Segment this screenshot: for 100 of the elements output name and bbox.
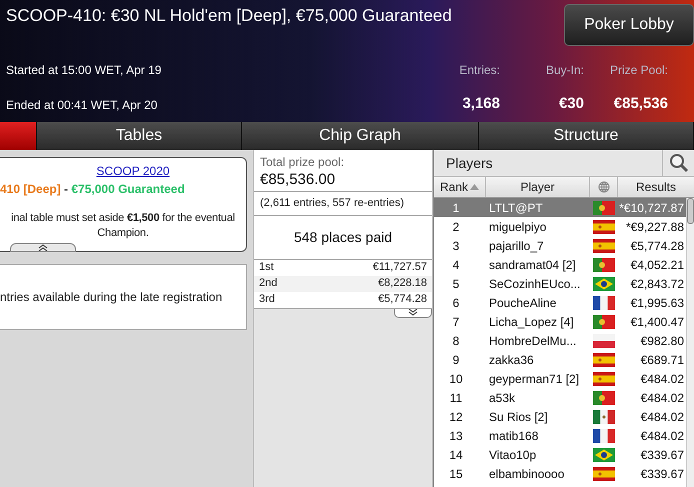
player-name: miguelpiyo [488,218,548,236]
final-table-note: inal table must set aside €1,500 for the eventual Champion. [10,211,236,241]
stat-value: 3,168 [462,94,500,114]
player-row[interactable]: 6 PoucheAline €1,995.63 [434,293,686,312]
player-name: matib168 [488,428,540,444]
rank-cell-text: 2 [452,218,460,236]
flag-icon [593,258,615,272]
event-subtitle: 410 [Deep] - €75,000 Guaranteed [0,181,185,198]
payout-place: 2nd [259,276,278,292]
start-time: Started at 15:00 WET, Apr 19 [6,62,162,79]
payout-amount: €11,727.57 [372,260,427,276]
flag-icon [593,296,615,310]
globe-icon [598,181,610,193]
player-name: HombreDelMu... [488,332,578,350]
payout-amount: €5,774.28 [378,292,427,308]
stat-label: Entries: [459,62,500,79]
player-name: Licha_Lopez [4] [488,314,575,330]
player-row[interactable]: 2 miguelpiyo *€9,227.88 [434,217,686,236]
tab[interactable]: Chip Graph [242,122,479,150]
chevron-down-icon [408,308,418,316]
player-name: SeCozinhEUco... [488,276,582,292]
player-name: PoucheAline [488,294,558,312]
flag-icon [593,200,615,214]
player-row[interactable]: 5 SeCozinhEUco... €2,843.72 [434,274,686,293]
tab[interactable]: Structure [479,122,694,150]
expand-handle[interactable] [394,308,432,318]
search-icon [668,153,688,173]
rank-cell-text: 12 [448,408,464,426]
player-name: pajarillo_7 [488,238,545,254]
tab[interactable]: Tables [37,122,242,150]
player-row[interactable]: 4 sandramat04 [2] €4,052.21 [434,255,686,274]
series-link[interactable]: SCOOP 2020 [96,162,170,180]
flag-icon [593,238,615,252]
rank-cell-text: 11 [448,390,464,406]
player-row[interactable]: 3 pajarillo_7 €5,774.28 [434,236,686,255]
payout-place: 1st [259,260,274,276]
prize-pool-label: Total prize pool: [260,154,346,171]
entries-summary: (2,611 entries, 557 re-entries) [254,192,432,216]
reentry-note: ntries available during the late registration [0,289,222,306]
poker-lobby-button[interactable]: Poker Lobby [564,4,694,46]
player-name: geyperman71 [2] [488,370,580,388]
collapse-handle[interactable] [10,243,76,252]
prize-pool-total: €85,536.00 [260,171,336,189]
flag-icon [593,448,615,462]
stat-value: €85,536 [614,94,668,114]
player-name: sandramat04 [2] [488,256,577,274]
rank-cell-text: 13 [448,428,464,444]
flag-icon [593,372,615,386]
rank-cell-text: 10 [448,370,464,388]
player-row[interactable]: 10 geyperman71 [2] €484.02 [434,369,686,388]
result-cell-text: €1,995.63 [630,294,685,312]
player-row[interactable]: 1 LTLT@PT *€10,727.87 [434,198,686,217]
player-row[interactable]: 11 a53k €484.02 [434,388,686,407]
result-cell-text: €4,052.21 [630,256,685,274]
flag-icon [593,276,615,290]
flag-icon [593,314,615,328]
result-cell-text: €339.67 [640,446,685,464]
player-name: Su Rios [2] [488,408,549,426]
player-row[interactable]: 12 Su Rios [2] €484.02 [434,407,686,426]
player-row[interactable]: 15 elbambinoooo €339.67 [434,464,686,483]
result-cell-text: €2,843.72 [630,276,685,292]
flag-icon [593,334,615,348]
flag-icon [593,390,615,404]
stat-value: €30 [558,94,584,114]
player-name: zakka36 [488,352,535,368]
result-cell-text: *€9,227.88 [624,218,685,236]
chevron-up-icon [38,244,48,251]
player-row[interactable]: 7 Licha_Lopez [4] €1,400.47 [434,312,686,331]
rank-cell-text: 7 [452,314,460,330]
sort-up-icon [470,184,479,190]
flag-icon [593,410,615,424]
player-name: Vitao10p [488,446,538,464]
column-header[interactable]: Player [486,177,590,197]
result-cell-text: €1,400.47 [630,314,685,330]
column-header[interactable]: Results [618,177,694,197]
player-name: elbambinoooo [488,466,566,482]
flag-icon [593,220,615,234]
result-cell-text: €982.80 [640,332,685,350]
rank-cell-text: 6 [452,294,460,312]
rank-cell-text: 5 [452,276,460,292]
rank-cell-text: 3 [452,238,460,254]
flag-icon [593,466,615,480]
flag-icon [593,352,615,366]
result-cell-text: €484.02 [640,428,685,444]
tab[interactable] [0,122,37,150]
end-time: Ended at 00:41 WET, Apr 20 [6,97,158,114]
player-row[interactable]: 14 Vitao10p €339.67 [434,445,686,464]
stat-label: Prize Pool: [610,62,668,79]
payout-amount: €8,228.18 [378,276,427,292]
payout-place: 3rd [259,292,275,308]
player-row[interactable]: 8 HombreDelMu... €982.80 [434,331,686,350]
rank-cell-text: 14 [448,446,464,464]
tournament-title: SCOOP-410: €30 NL Hold'em [Deep], €75,000 Guaranteed [6,5,452,27]
player-row[interactable]: 13 matib168 €484.02 [434,426,686,445]
rank-cell-text: 9 [452,352,460,368]
scrollbar[interactable] [686,198,694,487]
player-row[interactable]: 9 zakka36 €689.71 [434,350,686,369]
rank-cell-text: 15 [448,466,464,482]
players-title: Players [446,154,493,173]
column-header[interactable]: Rank [434,177,486,197]
